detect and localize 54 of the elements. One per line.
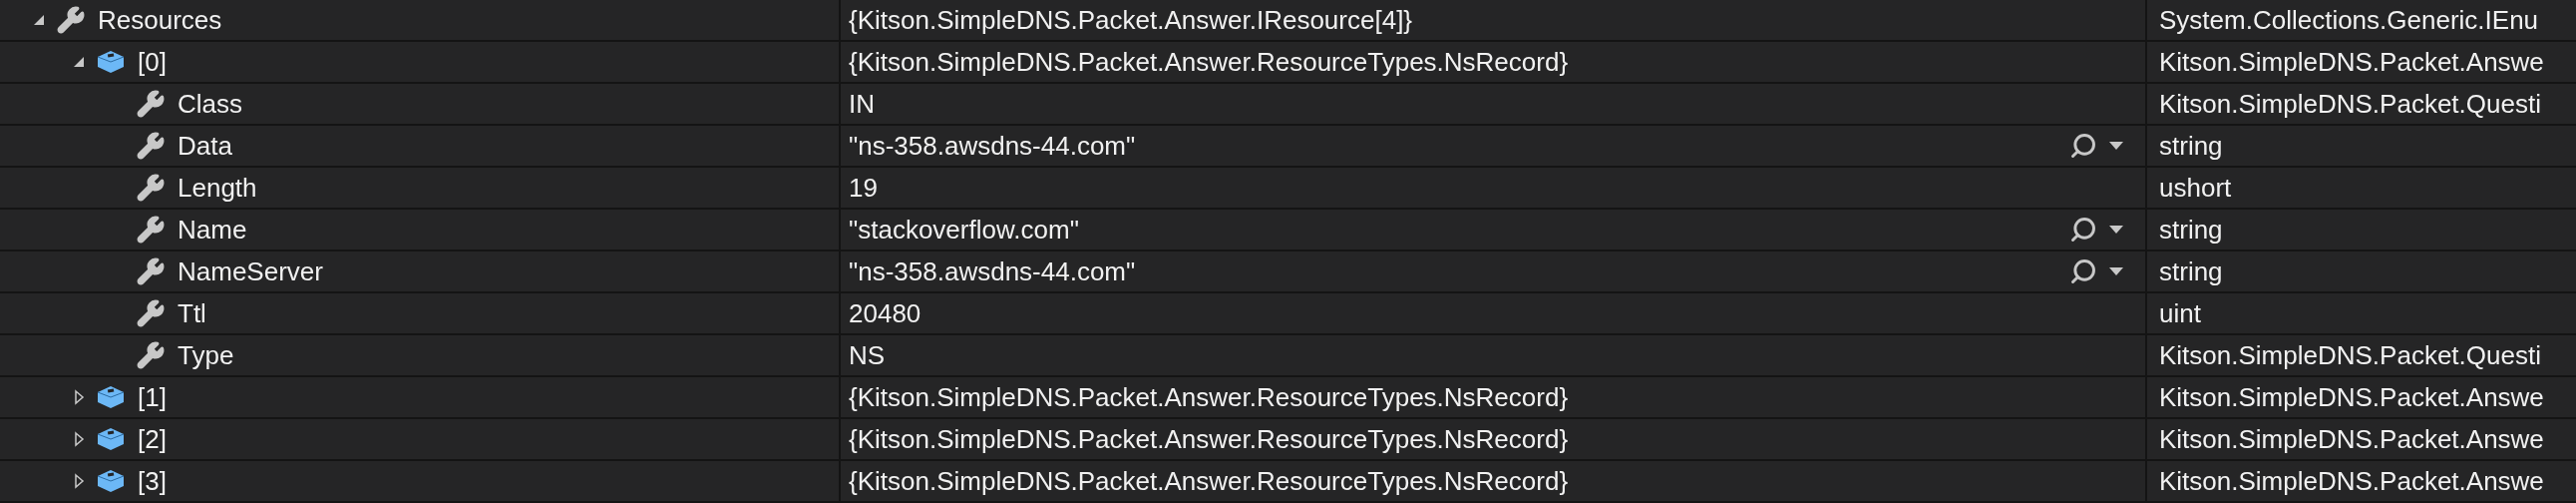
variable-value: "ns-358.awsdns-44.com" [849,254,1137,288]
variable-type: ushort [2159,171,2232,205]
search-icon[interactable] [2069,132,2097,160]
variable-value: {Kitson.SimpleDNS.Packet.Answer.ResourceTypes.NsRecord} [849,380,1570,414]
variable-type: Kitson.SimpleDNS.Packet.Answe [2159,45,2544,79]
variable-value: {Kitson.SimpleDNS.Packet.Answer.ResourceTypes.NsRecord} [849,464,1570,498]
search-icon[interactable] [2069,257,2097,285]
variable-value: {Kitson.SimpleDNS.Packet.Answer.IResource[4]} [849,3,1414,37]
variable-name: Data [178,129,232,163]
variable-name: [0] [138,45,167,79]
variable-value: {Kitson.SimpleDNS.Packet.Answer.ResourceTypes.NsRecord} [849,45,1570,79]
wrench-icon [136,131,166,161]
variable-value: "ns-358.awsdns-44.com" [849,129,1137,163]
variable-type: string [2159,129,2223,163]
dropdown-arrow-icon[interactable] [2109,226,2123,234]
wrench-icon [136,256,166,286]
variable-name: Resources [98,3,222,37]
variable-name: [2] [138,422,167,456]
wrench-icon [136,89,166,119]
variable-value: {Kitson.SimpleDNS.Packet.Answer.ResourceTypes.NsRecord} [849,422,1570,456]
variable-name: [3] [138,464,167,498]
wrench-icon [136,215,166,245]
wrench-icon [136,340,166,370]
wrench-icon [56,5,86,35]
variable-name: Name [178,213,247,247]
dropdown-arrow-icon[interactable] [2109,267,2123,275]
variable-name: Type [178,338,234,372]
cube-icon [96,384,126,410]
variable-type: Kitson.SimpleDNS.Packet.Questi [2159,87,2541,121]
search-icon[interactable] [2069,216,2097,244]
variable-name: Ttl [178,296,206,330]
variable-type: uint [2159,296,2201,330]
variable-name: Length [178,171,257,205]
variable-name: [1] [138,380,167,414]
cube-icon [96,49,126,75]
variable-type: string [2159,213,2223,247]
variable-type: Kitson.SimpleDNS.Packet.Questi [2159,338,2541,372]
cube-icon [96,426,126,452]
wrench-icon [136,298,166,328]
variable-type: Kitson.SimpleDNS.Packet.Answe [2159,422,2544,456]
variable-type: Kitson.SimpleDNS.Packet.Answe [2159,380,2544,414]
wrench-icon [136,173,166,203]
variable-value: "stackoverflow.com" [849,213,1080,247]
variable-value: IN [849,87,876,121]
variable-name: Class [178,87,242,121]
variable-type: Kitson.SimpleDNS.Packet.Answe [2159,464,2544,498]
variable-value: 20480 [849,296,922,330]
cube-icon [96,468,126,494]
variable-type: System.Collections.Generic.IEnu [2159,3,2539,37]
dropdown-arrow-icon[interactable] [2109,142,2123,150]
variable-value: 19 [849,171,879,205]
variable-value: NS [849,338,887,372]
variable-name: NameServer [178,254,323,288]
variable-type: string [2159,254,2223,288]
